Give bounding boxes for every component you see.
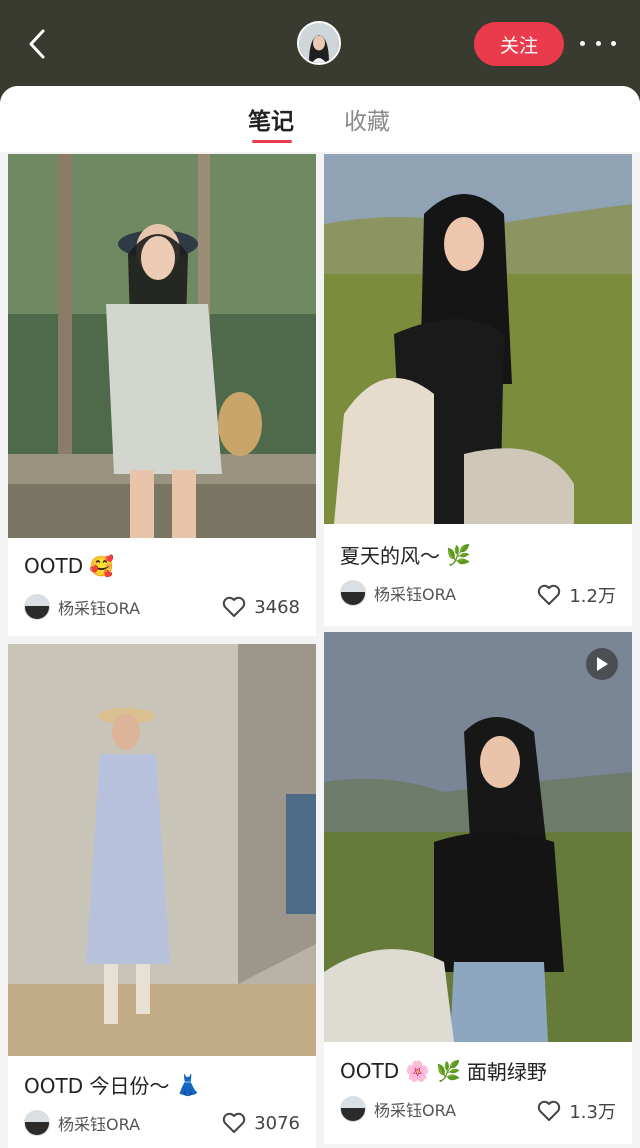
tab-bar: 笔记 收藏 [0, 86, 640, 152]
like-button[interactable]: 1.3万 [537, 1098, 616, 1124]
heart-icon [538, 1100, 561, 1121]
like-count: 3468 [254, 596, 300, 618]
note-card[interactable]: OOTD 今日份～ 👗 杨采钰ORA 3076 [8, 644, 316, 1148]
note-card[interactable]: OOTD 🌸 🌿 面朝绿野 杨采钰ORA 1.3万 [324, 632, 632, 1144]
dress-icon: 👗 [175, 1072, 201, 1097]
author-avatar [24, 1110, 50, 1136]
herb-icon: 🌿 [436, 1058, 461, 1083]
note-title: OOTD 🌸 🌿 面朝绿野 [340, 1058, 547, 1085]
note-card[interactable]: OOTD 🥰 杨采钰ORA 3468 [8, 154, 316, 636]
author-avatar [24, 594, 50, 620]
chevron-left-icon [29, 29, 45, 59]
more-button[interactable] [580, 30, 616, 56]
more-dots-icon [580, 40, 585, 46]
author-avatar [340, 580, 366, 606]
like-count: 1.2万 [569, 586, 616, 607]
like-count: 1.3万 [569, 1102, 616, 1123]
heart-icon [538, 584, 561, 605]
heart-icon [222, 596, 246, 617]
play-icon [597, 657, 608, 671]
profile-avatar[interactable] [297, 21, 341, 65]
like-button[interactable]: 3076 [222, 1112, 300, 1134]
like-button[interactable]: 3468 [222, 596, 300, 618]
note-title: 夏天的风～ 🌿 [340, 542, 471, 569]
active-tab-indicator [252, 140, 292, 143]
follow-button[interactable]: 关注 [474, 22, 564, 66]
back-button[interactable] [22, 26, 52, 62]
herb-icon: 🌿 [446, 542, 471, 567]
note-card[interactable]: 夏天的风～ 🌿 杨采钰ORA 1.2万 [324, 154, 632, 626]
note-photo [324, 632, 632, 1042]
like-count: 3076 [254, 1112, 300, 1134]
tab-notes[interactable]: 笔记 [248, 102, 294, 136]
note-photo [8, 644, 316, 1056]
note-author[interactable]: 杨采钰ORA [24, 1110, 140, 1136]
like-button[interactable]: 1.2万 [537, 582, 616, 608]
note-title: OOTD 🥰 [24, 554, 115, 578]
note-author[interactable]: 杨采钰ORA [340, 580, 456, 606]
author-avatar [340, 1096, 366, 1122]
heart-icon [222, 1112, 246, 1133]
video-play-button[interactable] [586, 648, 618, 680]
note-photo [8, 154, 316, 538]
content-sheet: 笔记 收藏 OOTD 🥰 杨采钰ORA 3468 夏天的风～ 🌿 杨采钰ORA … [0, 86, 640, 1148]
note-title: OOTD 今日份～ 👗 [24, 1072, 201, 1099]
tab-favorites[interactable]: 收藏 [344, 102, 390, 136]
note-photo [324, 154, 632, 524]
cherry-blossom-icon: 🌸 [405, 1058, 431, 1083]
smiling-face-hearts-icon: 🥰 [89, 554, 115, 578]
note-author[interactable]: 杨采钰ORA [340, 1096, 456, 1122]
note-author[interactable]: 杨采钰ORA [24, 594, 140, 620]
top-bar: 关注 [0, 0, 640, 90]
